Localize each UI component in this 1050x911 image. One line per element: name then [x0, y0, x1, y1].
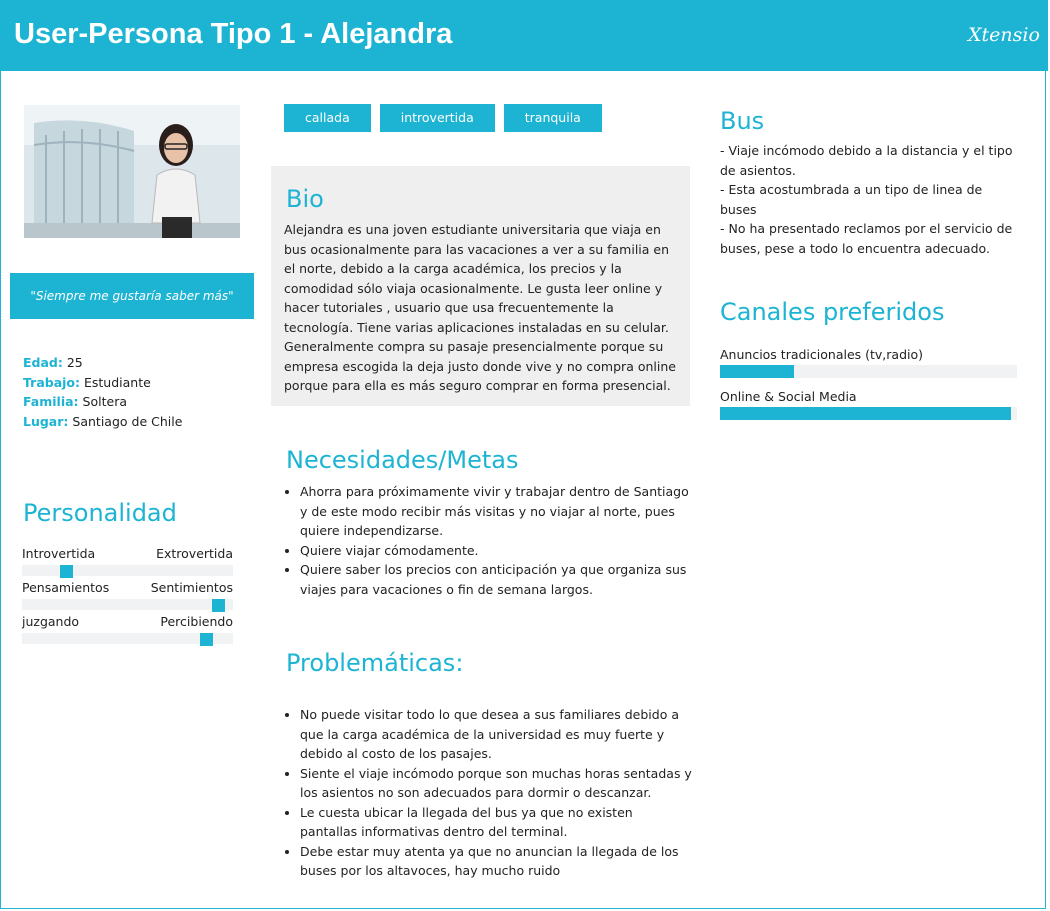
bus-heading: Bus [720, 107, 765, 135]
list-item: Siente el viaje incómodo porque son much… [300, 764, 692, 803]
problems-heading: Problemáticas: [286, 649, 464, 677]
brand-logo: Xtensio [968, 24, 1040, 46]
bio-heading: Bio [286, 185, 324, 213]
channel-bar [720, 407, 1017, 420]
bio-text: Alejandra es una joven estudiante univer… [284, 222, 676, 393]
channel-item: Anuncios tradicionales (tv,radio) [720, 347, 1017, 378]
info-value: 25 [66, 355, 83, 370]
bus-note: - No ha presentado reclamos por el servi… [720, 221, 1013, 256]
slider-left-label: juzgando [22, 614, 80, 629]
info-value: Soltera [82, 394, 127, 409]
list-item: Quiere saber los precios con anticipació… [300, 560, 698, 599]
slider-right-label: Extrovertida [156, 546, 233, 561]
bus-note: - Viaje incómodo debido a la distancia y… [720, 143, 1013, 178]
channel-fill [720, 365, 795, 378]
slider-left-label: Introvertida [22, 546, 96, 561]
page-title: User-Persona Tipo 1 - Alejandra [14, 18, 453, 50]
channel-bar [720, 365, 1017, 378]
channel-fill [720, 407, 1012, 420]
slider-knob [212, 599, 225, 612]
personality-heading: Personalidad [23, 499, 177, 527]
channel-label: Online & Social Media [720, 389, 857, 404]
persona-photo [24, 105, 240, 238]
problems-list: No puede visitar todo lo que desea a sus… [284, 705, 692, 881]
persona-quote: "Siempre me gustaría saber más" [10, 273, 254, 319]
info-key: Lugar: [23, 413, 69, 429]
slider-track [22, 565, 233, 578]
header-bar: User-Persona Tipo 1 - Alejandra Xtensio [0, 0, 1048, 71]
slider-right-label: Sentimientos [150, 580, 233, 595]
info-value: Santiago de Chile [72, 413, 183, 429]
info-row-family: Familia: Soltera [23, 392, 182, 412]
info-value: Estudiante [84, 374, 151, 390]
list-item: Quiere viajar cómodamente. [300, 541, 698, 561]
needs-heading: Necesidades/Metas [286, 446, 519, 474]
channels-heading: Canales preferidos [720, 298, 945, 326]
list-item: Le cuesta ubicar la llegada del bus ya q… [300, 803, 692, 842]
info-key: Familia: [23, 394, 79, 409]
slider-left-label: Pensamientos [22, 580, 110, 595]
channel-item: Online & Social Media [720, 389, 1017, 420]
slider-track [22, 599, 233, 612]
slider-track [22, 633, 233, 646]
bus-notes: - Viaje incómodo debido a la distancia y… [720, 141, 1020, 258]
bus-note: - Esta acostumbrada a un tipo de linea d… [720, 182, 983, 217]
info-row-job: Trabajo: Estudiante [23, 373, 182, 393]
info-row-age: Edad: 25 [23, 353, 182, 373]
list-item: No puede visitar todo lo que desea a sus… [300, 705, 692, 764]
personality-tags: callada introvertida tranquila [284, 104, 602, 132]
slider-knob [60, 565, 73, 578]
info-key: Trabajo: [23, 374, 81, 390]
info-row-place: Lugar: Santiago de Chile [23, 412, 182, 432]
needs-list: Ahorra para próximamente vivir y trabaja… [284, 482, 698, 599]
list-item: Ahorra para próximamente vivir y trabaja… [300, 482, 698, 541]
persona-photo-illustration [24, 105, 240, 238]
list-item: Debe estar muy atenta ya que no anuncian… [300, 842, 692, 881]
tag-chip: tranquila [503, 104, 602, 132]
personality-slider: juzgando Percibiendo [22, 614, 233, 646]
tag-chip: callada [284, 104, 371, 132]
channel-label: Anuncios tradicionales (tv,radio) [720, 347, 924, 362]
slider-knob [200, 633, 213, 646]
slider-right-label: Percibiendo [160, 614, 233, 629]
personality-slider: Introvertida Extrovertida [22, 546, 233, 578]
tag-chip: introvertida [379, 104, 495, 132]
personality-slider: Pensamientos Sentimientos [22, 580, 233, 612]
persona-info: Edad: 25 Trabajo: Estudiante Familia: So… [23, 353, 182, 431]
info-key: Edad: [23, 355, 63, 370]
